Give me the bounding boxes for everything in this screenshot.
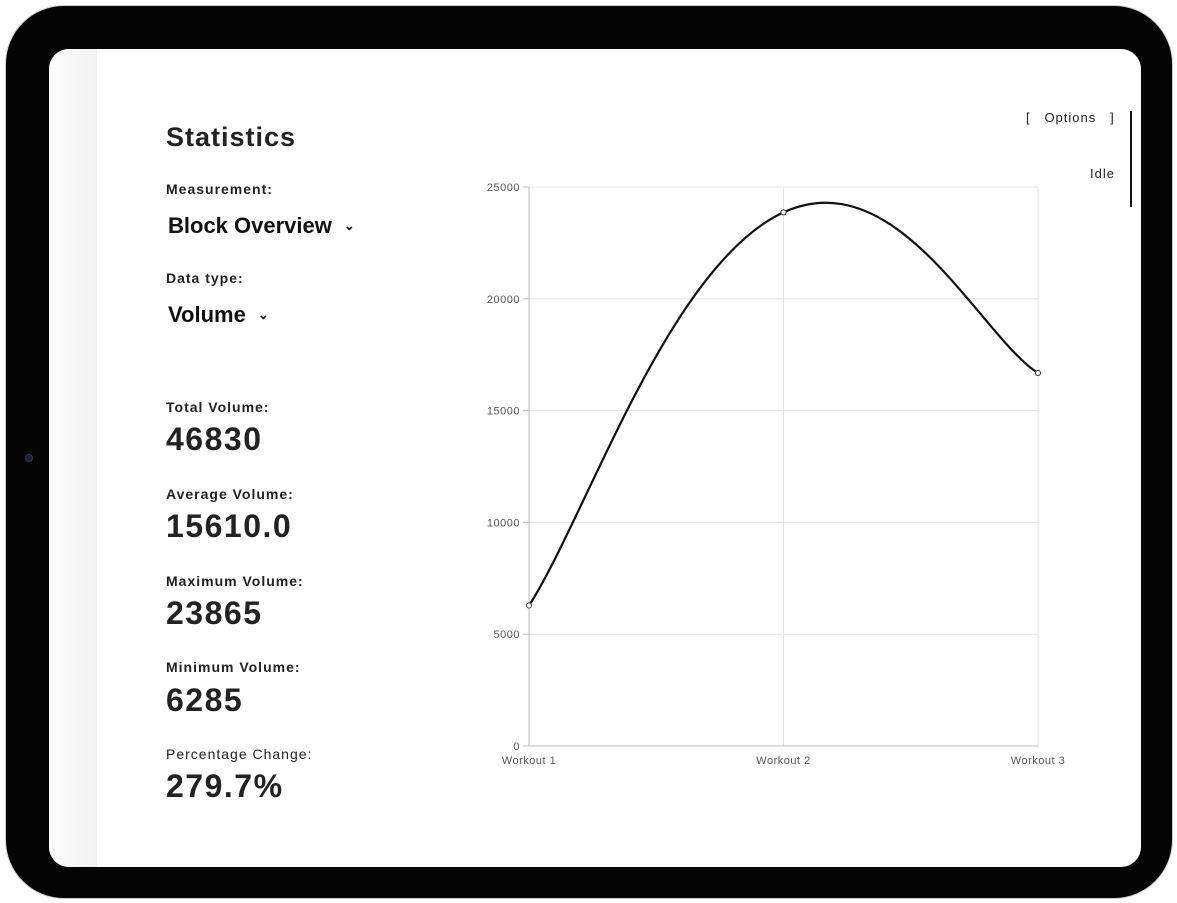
- volume-line-chart: 0 5000 10000 15000 20000 25000 Workout 1 Workou…: [487, 182, 1065, 767]
- measurement-value: Block Overview: [168, 213, 332, 238]
- total-volume-label: Total Volume:: [166, 399, 270, 415]
- chevron-down-icon: ⌄: [257, 307, 269, 322]
- data-type-select[interactable]: Volume ⌄: [168, 302, 269, 328]
- maximum-volume-label: Maximum Volume:: [166, 573, 304, 589]
- percentage-change-label: Percentage Change:: [166, 746, 313, 762]
- side-panel-edge: [49, 49, 97, 867]
- data-point: [525, 602, 533, 609]
- average-volume-label: Average Volume:: [166, 486, 294, 502]
- measurement-select[interactable]: Block Overview ⌄: [168, 213, 355, 239]
- camera-dot: [26, 455, 32, 461]
- minimum-volume-label: Minimum Volume:: [166, 659, 301, 675]
- y-tick-label: 10000: [487, 517, 520, 529]
- percentage-change-value: 279.7%: [166, 768, 284, 804]
- measurement-label: Measurement:: [166, 181, 273, 197]
- minimum-volume-value: 6285: [166, 682, 244, 718]
- chevron-down-icon: ⌄: [343, 218, 355, 233]
- x-tick-label: Workout 3: [1011, 755, 1065, 767]
- y-tick-label: 20000: [487, 294, 520, 306]
- y-tick-label: 5000: [494, 629, 520, 641]
- total-volume-value: 46830: [166, 421, 263, 457]
- average-volume-value: 15610.0: [166, 508, 293, 544]
- page-title: Statistics: [166, 122, 297, 152]
- y-tick-label: 0: [513, 741, 520, 753]
- x-tick-label: Workout 1: [502, 755, 556, 767]
- maximum-volume-value: 23865: [166, 595, 263, 631]
- y-tick-label: 25000: [487, 182, 520, 194]
- data-point: [1034, 369, 1042, 377]
- x-tick-label: Workout 2: [756, 755, 810, 767]
- tablet-frame: Statistics Measurement: Block Overview ⌄ …: [6, 6, 1172, 898]
- data-type-value: Volume: [168, 302, 246, 327]
- app-screen: Statistics Measurement: Block Overview ⌄ …: [49, 49, 1141, 867]
- data-type-label: Data type:: [166, 270, 244, 286]
- data-point: [780, 209, 787, 216]
- y-tick-label: 15000: [487, 406, 520, 418]
- options-button[interactable]: [ Options ]: [1026, 110, 1115, 125]
- status-divider: [1130, 111, 1132, 207]
